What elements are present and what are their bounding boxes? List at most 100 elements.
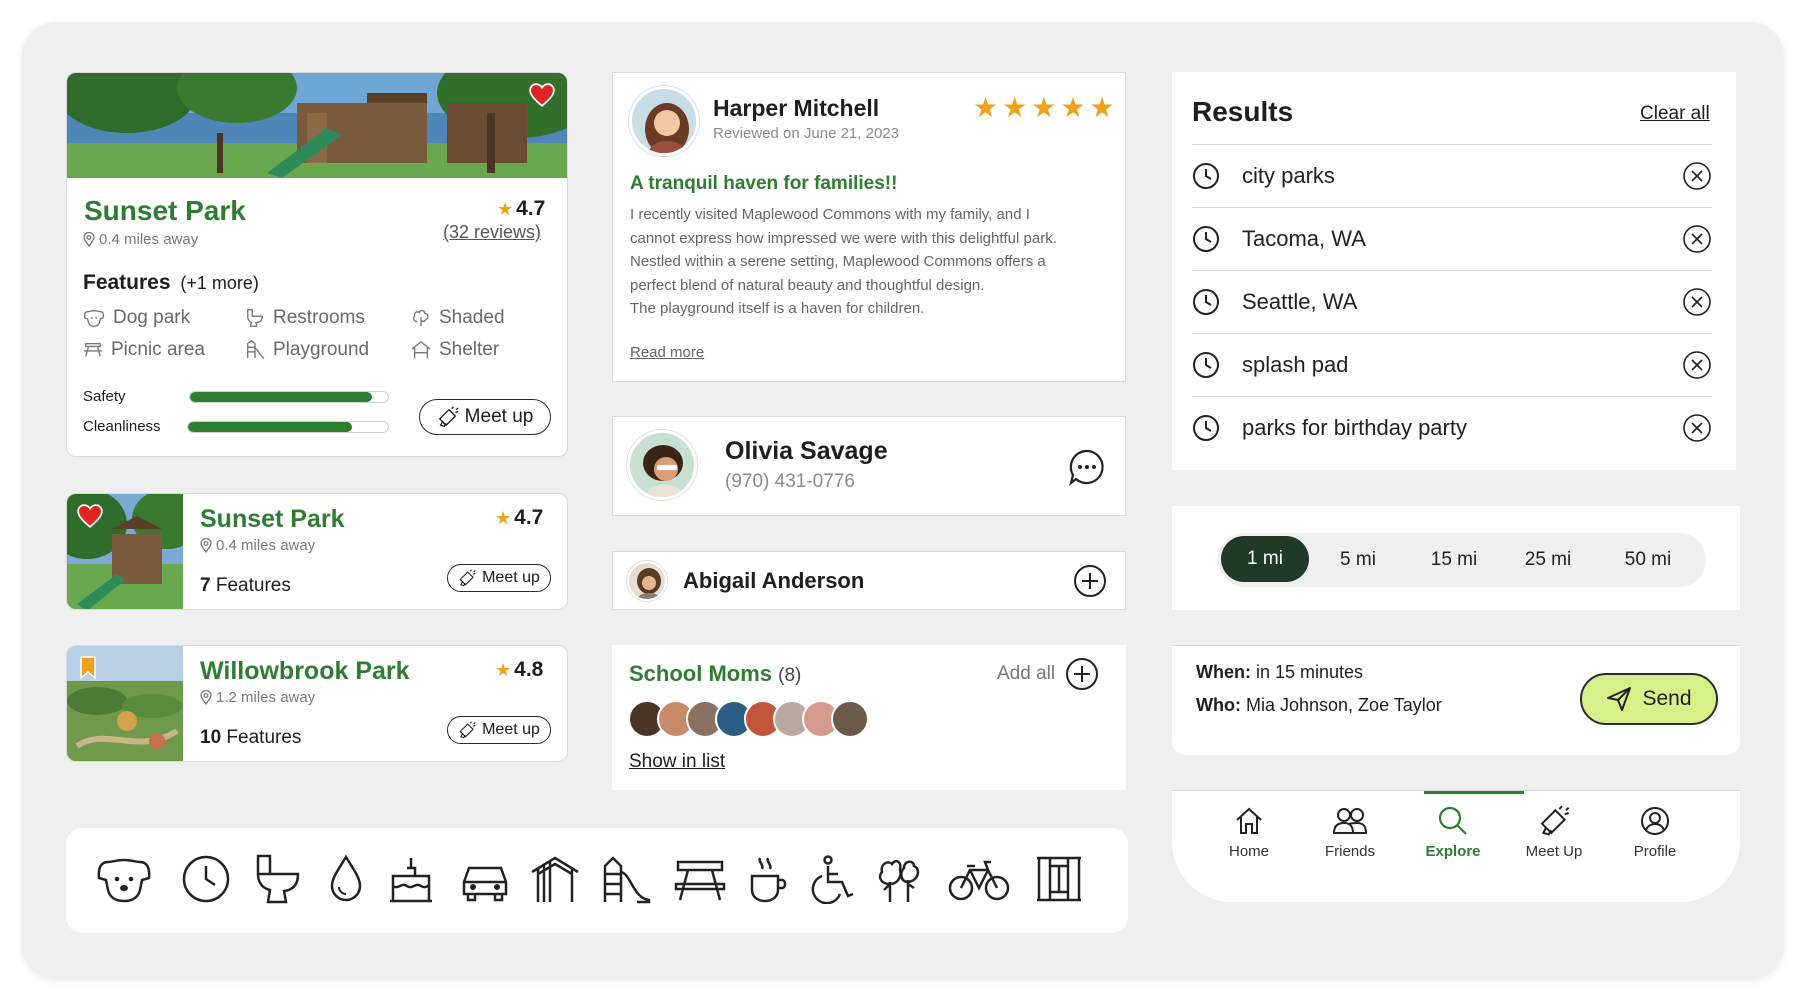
park-thumbnail xyxy=(67,494,183,609)
invite-who: Who: Mia Johnson, Zoe Taylor xyxy=(1196,695,1442,715)
feature-playground: Playground xyxy=(245,339,369,361)
star-icon: ★ xyxy=(973,92,999,123)
nav-explore[interactable]: Explore xyxy=(1408,805,1498,860)
heart-icon[interactable] xyxy=(529,83,555,107)
feature-dog-park: Dog park xyxy=(83,307,190,329)
cleanliness-label: Cleanliness xyxy=(83,418,161,435)
dog-icon[interactable] xyxy=(96,854,152,904)
meet-up-button[interactable]: Meet up xyxy=(419,399,551,435)
distance-filter-card: 1 mi 5 mi 15 mi 25 mi 50 mi xyxy=(1172,506,1740,610)
recent-search-item[interactable]: parks for birthday party xyxy=(1192,396,1712,458)
show-in-list-link[interactable]: Show in list xyxy=(629,751,725,773)
contact-card[interactable]: Olivia Savage (970) 431-0776 xyxy=(612,416,1126,516)
results-panel: Results Clear all city parks Tacoma, WA … xyxy=(1172,72,1736,470)
star-icon: ★ xyxy=(1060,92,1086,123)
remove-icon[interactable] xyxy=(1682,161,1712,191)
megaphone-icon xyxy=(438,406,459,427)
review-date: Reviewed on June 21, 2023 xyxy=(713,125,899,142)
friend-row[interactable]: Abigail Anderson xyxy=(612,551,1126,610)
group-avatars xyxy=(628,700,888,740)
feature-picnic-area: Picnic area xyxy=(83,339,205,361)
distance-option[interactable]: 50 mi xyxy=(1608,535,1688,585)
park-name[interactable]: Sunset Park xyxy=(200,505,345,534)
avatar xyxy=(627,430,697,500)
clear-all-link[interactable]: Clear all xyxy=(1640,103,1710,125)
amenity-icon-strip xyxy=(66,828,1128,933)
add-icon xyxy=(1066,658,1099,690)
avatar xyxy=(627,561,667,601)
nav-meet-up[interactable]: Meet Up xyxy=(1509,805,1599,860)
wheelchair-icon[interactable] xyxy=(810,854,856,904)
star-icon: ★ xyxy=(1002,92,1028,123)
cake-icon[interactable] xyxy=(388,854,434,904)
send-button[interactable]: Send xyxy=(1580,673,1718,725)
park-list-item[interactable]: Willowbrook Park 1.2 miles away ★ 4.8 10 … xyxy=(66,645,568,762)
distance-option[interactable]: 25 mi xyxy=(1508,535,1588,585)
contact-name: Olivia Savage xyxy=(725,437,888,465)
cleanliness-bar-fill xyxy=(188,422,352,432)
star-icon: ★ xyxy=(1089,92,1115,123)
review-title: A tranquil haven for families!! xyxy=(630,173,898,194)
recent-search-item[interactable]: splash pad xyxy=(1192,333,1712,395)
meet-up-button[interactable]: Meet up xyxy=(447,564,551,592)
water-drop-icon[interactable] xyxy=(328,854,364,904)
safety-bar-fill xyxy=(190,392,373,402)
nav-friends[interactable]: Friends xyxy=(1305,805,1395,860)
meet-up-button[interactable]: Meet up xyxy=(447,716,551,744)
car-icon[interactable] xyxy=(460,854,510,904)
star-icon: ★ xyxy=(495,659,512,680)
bottom-nav: Home Friends Explore Meet Up Profile xyxy=(1172,790,1740,902)
avatar xyxy=(831,700,869,738)
picnic-table-icon xyxy=(84,343,102,357)
bicycle-icon[interactable] xyxy=(948,854,1010,904)
megaphone-icon xyxy=(1540,805,1570,836)
park-distance: 0.4 miles away xyxy=(83,231,198,248)
distance-option-selected[interactable]: 1 mi xyxy=(1221,536,1309,582)
features-heading: Features (+1 more) xyxy=(83,271,259,294)
distance-option[interactable]: 15 mi xyxy=(1414,535,1494,585)
nav-profile[interactable]: Profile xyxy=(1610,805,1700,860)
toilet-icon[interactable] xyxy=(254,854,302,904)
remove-icon[interactable] xyxy=(1682,287,1712,317)
clock-icon[interactable] xyxy=(181,854,231,904)
cleanliness-bar xyxy=(187,421,389,433)
star-icon: ★ xyxy=(497,198,514,219)
picnic-table-icon[interactable] xyxy=(674,854,726,904)
chat-icon[interactable] xyxy=(1068,448,1106,486)
add-all-button[interactable]: Add all xyxy=(997,657,1099,691)
coffee-icon[interactable] xyxy=(746,854,790,904)
park-list-item[interactable]: Sunset Park 0.4 miles away ★ 4.7 7 Featur… xyxy=(66,493,568,610)
read-more-link[interactable]: Read more xyxy=(630,344,704,361)
add-friend-icon[interactable] xyxy=(1073,564,1107,598)
location-pin-icon xyxy=(200,690,212,705)
park-distance: 1.2 miles away xyxy=(200,689,315,706)
reviews-link[interactable]: (32 reviews) xyxy=(443,222,541,243)
recent-search-item[interactable]: Seattle, WA xyxy=(1192,270,1712,332)
features-count: 7 Features xyxy=(200,575,291,596)
recent-search-item[interactable]: city parks xyxy=(1192,144,1712,206)
fence-icon[interactable] xyxy=(1034,854,1084,904)
park-card-main[interactable]: Sunset Park 0.4 miles away ★ 4.7 (32 revi… xyxy=(66,72,568,457)
slide-icon[interactable] xyxy=(601,854,651,904)
star-icon: ★ xyxy=(495,507,512,528)
home-icon xyxy=(1236,807,1262,834)
nav-home[interactable]: Home xyxy=(1204,805,1294,860)
shelter-icon xyxy=(411,340,431,359)
remove-icon[interactable] xyxy=(1682,413,1712,443)
park-name[interactable]: Willowbrook Park xyxy=(200,657,410,686)
send-icon xyxy=(1607,687,1632,711)
star-icon: ★ xyxy=(1031,92,1057,123)
shelter-icon[interactable] xyxy=(530,854,580,904)
megaphone-icon xyxy=(459,721,476,739)
heart-icon[interactable] xyxy=(77,504,103,528)
distance-option[interactable]: 5 mi xyxy=(1318,535,1398,585)
bookmark-icon[interactable] xyxy=(79,656,97,680)
remove-icon[interactable] xyxy=(1682,224,1712,254)
trees-icon[interactable] xyxy=(874,854,924,904)
megaphone-icon xyxy=(459,569,476,587)
recent-search-item[interactable]: Tacoma, WA xyxy=(1192,207,1712,269)
remove-icon[interactable] xyxy=(1682,350,1712,380)
group-card: School Moms (8) Add all Show in list xyxy=(612,645,1126,790)
park-name[interactable]: Sunset Park xyxy=(84,195,246,227)
review-card: Harper Mitchell Reviewed on June 21, 202… xyxy=(612,72,1126,382)
